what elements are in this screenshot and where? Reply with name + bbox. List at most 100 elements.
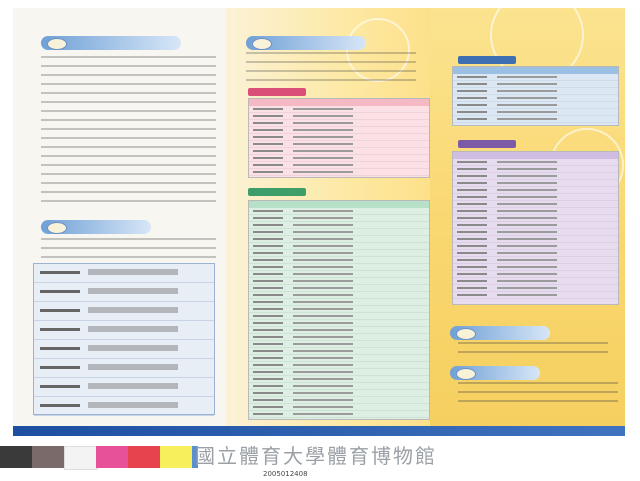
table-row	[453, 285, 618, 292]
table-row	[249, 148, 429, 155]
table-row	[249, 106, 429, 113]
table-row	[249, 348, 429, 355]
table-row	[453, 264, 618, 271]
table-row	[453, 271, 618, 278]
museum-name: 國立體育大學體育博物館	[195, 444, 437, 468]
table-row	[249, 169, 429, 176]
table-row	[34, 264, 214, 283]
middle-panel	[226, 8, 430, 436]
course-table-green	[248, 200, 430, 420]
table-row	[249, 162, 429, 169]
credits-paragraph	[458, 342, 608, 360]
course-table-pink	[248, 98, 430, 178]
course-table-blue	[452, 66, 619, 126]
section-header-features	[41, 220, 151, 234]
table-row	[453, 116, 618, 123]
table-row	[453, 109, 618, 116]
table-row	[249, 155, 429, 162]
course-table-tag	[248, 88, 306, 96]
right-panel	[430, 8, 625, 436]
table-header	[249, 201, 429, 208]
course-table-tag	[248, 188, 306, 196]
table-row	[453, 257, 618, 264]
scanned-brochure-page: 國立體育大學體育博物館 2005012408	[0, 0, 640, 481]
color-calibration-swatch	[160, 446, 192, 468]
table-row	[249, 355, 429, 362]
decorative-emblem-icon	[456, 328, 476, 340]
table-row	[249, 134, 429, 141]
features-paragraph	[41, 238, 216, 258]
table-row	[453, 159, 618, 166]
section-header-courses	[246, 36, 366, 50]
table-row	[249, 390, 429, 397]
table-row	[453, 173, 618, 180]
course-table-tag	[458, 140, 516, 148]
course-table-tag	[458, 56, 516, 64]
table-row	[249, 141, 429, 148]
table-row	[249, 362, 429, 369]
section-header-credits	[450, 326, 550, 340]
table-row	[249, 320, 429, 327]
table-row	[249, 383, 429, 390]
bottom-color-band	[13, 426, 625, 436]
table-header	[453, 152, 618, 159]
table-row	[34, 378, 214, 397]
table-row	[249, 397, 429, 404]
brochure	[13, 8, 625, 436]
table-row	[453, 81, 618, 88]
section-header-admission	[450, 366, 540, 380]
table-row	[453, 201, 618, 208]
table-row	[249, 411, 429, 418]
course-table-purple	[452, 151, 619, 305]
table-row	[249, 271, 429, 278]
table-row	[453, 229, 618, 236]
table-row	[249, 127, 429, 134]
table-row	[453, 292, 618, 299]
section-header-intro	[41, 36, 181, 50]
color-calibration-swatch	[32, 446, 64, 468]
table-row	[453, 88, 618, 95]
table-row	[249, 264, 429, 271]
table-row	[453, 250, 618, 257]
table-row	[453, 166, 618, 173]
table-row	[249, 243, 429, 250]
table-row	[249, 334, 429, 341]
table-row	[249, 292, 429, 299]
table-row	[249, 341, 429, 348]
table-row	[453, 102, 618, 109]
color-calibration-swatch	[128, 446, 160, 468]
table-row	[453, 215, 618, 222]
table-row	[249, 229, 429, 236]
table-row	[453, 236, 618, 243]
decorative-emblem-icon	[47, 222, 67, 234]
table-row	[34, 302, 214, 321]
table-row	[453, 74, 618, 81]
table-row	[34, 321, 214, 340]
table-row	[249, 222, 429, 229]
table-row	[249, 113, 429, 120]
table-header	[249, 99, 429, 106]
table-row	[453, 208, 618, 215]
color-calibration-swatch	[0, 446, 32, 468]
table-row	[34, 359, 214, 378]
table-row	[453, 278, 618, 285]
table-row	[249, 236, 429, 243]
left-panel	[13, 8, 226, 436]
department-table	[33, 263, 215, 416]
color-calibration-swatch	[64, 446, 98, 470]
table-row	[34, 340, 214, 359]
table-header	[453, 67, 618, 74]
table-row	[453, 194, 618, 201]
table-row	[249, 376, 429, 383]
table-row	[249, 278, 429, 285]
table-row	[249, 369, 429, 376]
table-row	[249, 250, 429, 257]
table-row	[249, 306, 429, 313]
table-row	[453, 222, 618, 229]
table-row	[249, 120, 429, 127]
intro-paragraphs	[41, 56, 216, 206]
color-calibration-swatch	[96, 446, 128, 468]
catalog-id: 2005012408	[263, 470, 308, 478]
table-row	[453, 243, 618, 250]
table-row	[249, 313, 429, 320]
